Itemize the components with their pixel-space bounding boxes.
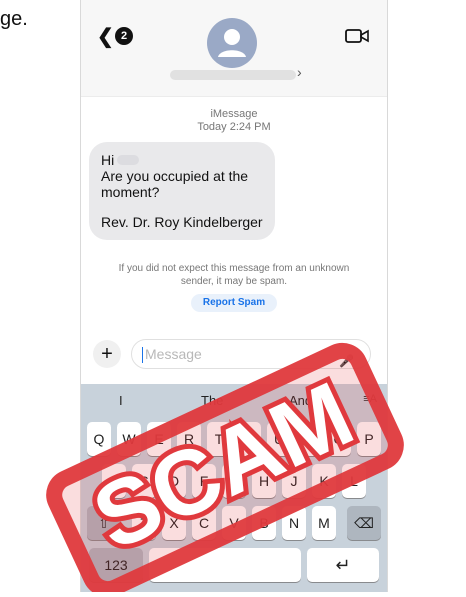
message-placeholder: Message <box>145 346 202 362</box>
incoming-message-bubble[interactable]: Hi Are you occupied at the moment? Rev. … <box>89 142 275 240</box>
video-camera-icon[interactable] <box>345 28 369 44</box>
key-j[interactable]: J <box>282 464 306 498</box>
key-w[interactable]: W <box>117 422 141 456</box>
redacted-name <box>117 155 140 165</box>
delete-key[interactable]: ⌫ <box>347 506 381 540</box>
chevron-left-icon[interactable]: ❮ <box>97 24 114 49</box>
message-timestamp: Today 2:24 PM <box>197 121 271 133</box>
unread-count-badge: 2 <box>115 27 133 45</box>
key-a[interactable]: A <box>102 464 126 498</box>
message-signature: Rev. Dr. Roy Kindelberger <box>101 214 263 230</box>
message-line: moment? <box>101 184 160 200</box>
shift-key[interactable]: ⇧ <box>87 506 121 540</box>
key-n[interactable]: N <box>282 506 306 540</box>
prediction-item[interactable]: The <box>201 393 223 408</box>
key-d[interactable]: D <box>162 464 186 498</box>
key-o[interactable]: O <box>327 422 351 456</box>
key-l[interactable]: L <box>342 464 366 498</box>
key-i[interactable]: I <box>297 422 321 456</box>
key-c[interactable]: C <box>192 506 216 540</box>
message-input[interactable]: Message 🎤 <box>131 339 371 369</box>
text-cursor <box>142 347 143 364</box>
key-p[interactable]: P <box>357 422 381 456</box>
key-x[interactable]: X <box>162 506 186 540</box>
conversation-header: ❮ 2 › <box>81 0 387 97</box>
key-u[interactable]: U <box>267 422 291 456</box>
spam-warning-note: If you did not expect this message from … <box>118 263 350 287</box>
numbers-key[interactable]: 123 <box>89 548 143 582</box>
key-r[interactable]: R <box>177 422 201 456</box>
plus-icon[interactable]: + <box>93 340 121 368</box>
key-h[interactable]: H <box>252 464 276 498</box>
key-b[interactable]: B <box>252 506 276 540</box>
return-key[interactable]: ↵ <box>307 548 379 582</box>
microphone-icon[interactable]: 🎤 <box>339 347 354 375</box>
contact-name-redacted <box>170 70 296 80</box>
key-m[interactable]: M <box>312 506 336 540</box>
key-y[interactable]: Y <box>237 422 261 456</box>
phone-screen: ❮ 2 › iMessage Today 2:24 PM Hi Are you … <box>80 0 388 592</box>
keyboard-switch-icon[interactable]: ≡A <box>363 393 377 405</box>
key-g[interactable]: G <box>222 464 246 498</box>
greeting-text: Hi <box>101 152 115 168</box>
key-t[interactable]: T <box>207 422 231 456</box>
cropped-text-fragment: ge. <box>0 8 28 30</box>
key-s[interactable]: S <box>132 464 156 498</box>
prediction-bar: I The And ≡A <box>81 384 387 414</box>
key-k[interactable]: K <box>312 464 336 498</box>
space-key[interactable] <box>149 548 301 582</box>
keyboard: I The And ≡A Q W E R T Y U I O P A S D F… <box>81 384 387 592</box>
key-z[interactable]: Z <box>132 506 156 540</box>
message-line: Are you occupied at the <box>101 168 249 184</box>
key-e[interactable]: E <box>147 422 171 456</box>
key-f[interactable]: F <box>192 464 216 498</box>
prediction-item[interactable]: And <box>289 393 312 408</box>
key-q[interactable]: Q <box>87 422 111 456</box>
service-label: iMessage <box>210 108 258 120</box>
report-spam-button[interactable]: Report Spam <box>191 294 277 312</box>
chevron-right-icon[interactable]: › <box>297 64 302 80</box>
prediction-item[interactable]: I <box>119 393 123 408</box>
person-avatar-icon[interactable] <box>207 18 257 68</box>
key-v[interactable]: V <box>222 506 246 540</box>
